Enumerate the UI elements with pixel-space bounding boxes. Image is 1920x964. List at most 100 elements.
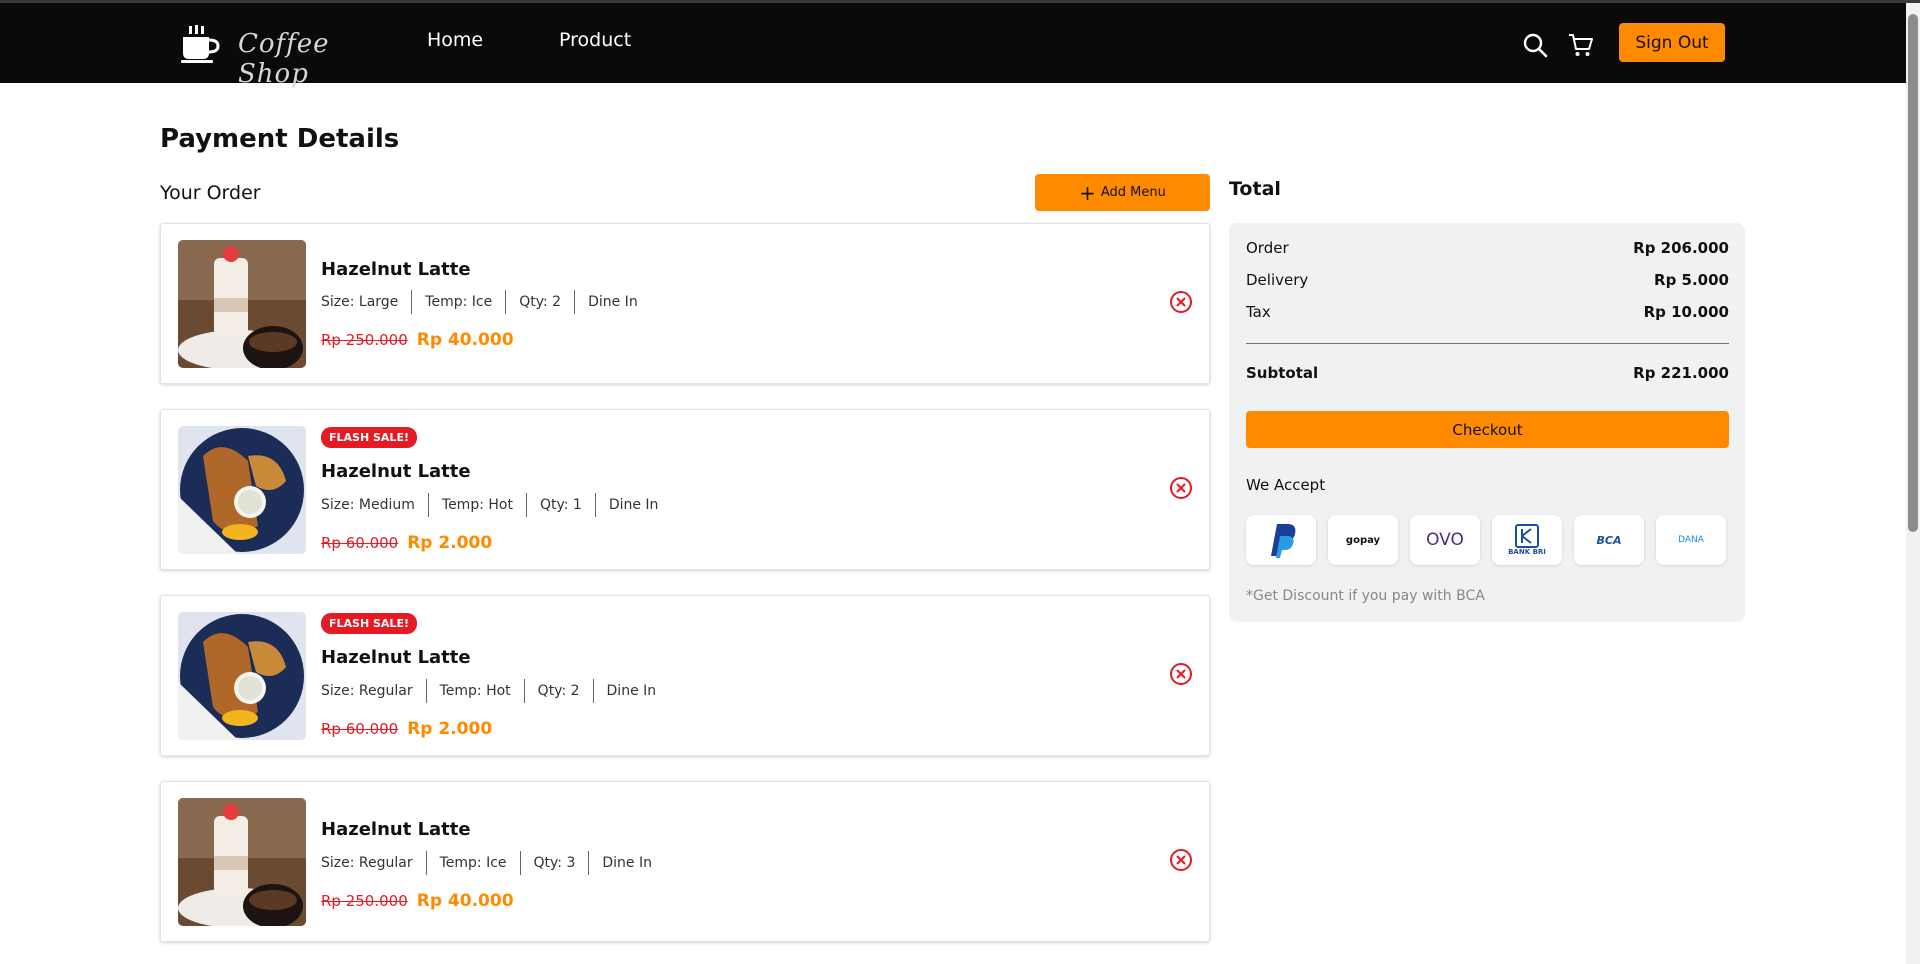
coffee-cup-icon	[181, 25, 220, 63]
sale-price: Rp 2.000	[407, 719, 493, 739]
gopay-option[interactable]: gopay	[1328, 515, 1398, 565]
order-label: Order	[1246, 239, 1289, 257]
item-dine: Dine In	[588, 294, 638, 310]
original-price: Rp 60.000	[321, 720, 399, 738]
order-card: Hazelnut Latte Size: Regular Temp: Ice Q…	[160, 781, 1210, 942]
remove-item-icon[interactable]	[1169, 476, 1193, 500]
item-qty: Qty: 1	[539, 497, 582, 513]
subtotal-value: Rp 221.000	[1633, 364, 1729, 382]
item-size: Size: Regular	[321, 683, 413, 699]
order-card: Hazelnut Latte Size: Large Temp: Ice Qty…	[160, 223, 1210, 384]
discount-note: *Get Discount if you pay with BCA	[1246, 588, 1485, 604]
tax-value: Rp 10.000	[1643, 303, 1729, 321]
nav-product-link[interactable]: Product	[559, 29, 631, 51]
spec-divider	[588, 851, 590, 875]
item-qty: Qty: 2	[519, 294, 562, 310]
sale-price: Rp 40.000	[416, 330, 514, 350]
ovo-label: OVO	[1426, 530, 1464, 550]
gopay-label: gopay	[1345, 534, 1381, 546]
item-prices: Rp 60.000 Rp 2.000	[321, 719, 492, 739]
divider	[1246, 343, 1729, 344]
order-info: FLASH SALE! Hazelnut Latte Size: Medium …	[321, 410, 1129, 569]
scrollbar-thumb[interactable]	[1908, 14, 1918, 532]
delivery-value: Rp 5.000	[1654, 271, 1729, 289]
navbar: Coffee Shop Home Product Sign Out	[0, 3, 1906, 89]
latte-image	[178, 798, 306, 926]
spec-divider	[574, 290, 576, 314]
latte-image	[178, 240, 306, 368]
page-title: Payment Details	[160, 124, 400, 154]
order-value: Rp 206.000	[1633, 239, 1729, 257]
original-price: Rp 60.000	[321, 534, 399, 552]
item-qty: Qty: 2	[537, 683, 580, 699]
spec-divider	[427, 493, 429, 517]
remove-item-icon[interactable]	[1169, 290, 1193, 314]
sign-out-button[interactable]: Sign Out	[1619, 23, 1725, 62]
checkout-button[interactable]: Checkout	[1246, 411, 1729, 448]
order-card: FLASH SALE! Hazelnut Latte Size: Medium …	[160, 409, 1210, 570]
remove-item-icon[interactable]	[1169, 662, 1193, 686]
item-size: Size: Regular	[321, 855, 413, 871]
total-panel: Order Rp 206.000 Delivery Rp 5.000 Tax R…	[1229, 223, 1745, 622]
item-temp: Temp: Hot	[439, 683, 511, 699]
flash-sale-badge: FLASH SALE!	[321, 427, 417, 448]
item-prices: Rp 250.000 Rp 40.000	[321, 330, 514, 350]
item-name: Hazelnut Latte	[321, 259, 471, 280]
order-info: FLASH SALE! Hazelnut Latte Size: Regular…	[321, 596, 1129, 755]
spec-divider	[523, 679, 525, 703]
we-accept-label: We Accept	[1246, 476, 1326, 494]
add-menu-button[interactable]: + Add Menu	[1035, 174, 1210, 211]
order-info: Hazelnut Latte Size: Regular Temp: Ice Q…	[321, 782, 1129, 941]
paypal-icon	[1271, 524, 1296, 558]
item-name: Hazelnut Latte	[321, 461, 471, 482]
total-heading: Total	[1229, 178, 1281, 200]
remove-item-icon[interactable]	[1169, 848, 1193, 872]
cart-icon[interactable]	[1567, 31, 1595, 59]
item-qty: Qty: 3	[533, 855, 576, 871]
flash-sale-badge: FLASH SALE!	[321, 613, 417, 634]
bri-label: BANK BRI	[1508, 548, 1546, 556]
spec-divider	[425, 679, 427, 703]
ovo-option[interactable]: OVO	[1410, 515, 1480, 565]
order-info: Hazelnut Latte Size: Large Temp: Ice Qty…	[321, 224, 1129, 383]
nav-home-link[interactable]: Home	[427, 29, 483, 51]
payment-methods: gopay OVO BANK BRI BCA DANA	[1246, 515, 1726, 565]
subtotal-label: Subtotal	[1246, 364, 1319, 382]
spec-divider	[519, 851, 521, 875]
item-temp: Temp: Ice	[425, 294, 493, 310]
item-dine: Dine In	[606, 683, 657, 699]
spec-divider	[592, 679, 594, 703]
item-temp: Temp: Ice	[439, 855, 507, 871]
delivery-label: Delivery	[1246, 271, 1309, 289]
item-name: Hazelnut Latte	[321, 647, 471, 668]
dana-option[interactable]: DANA	[1656, 515, 1726, 565]
item-dine: Dine In	[602, 855, 652, 871]
bca-label: BCA	[1596, 533, 1622, 547]
bri-option[interactable]: BANK BRI	[1492, 515, 1562, 565]
tax-label: Tax	[1246, 303, 1271, 321]
sale-price: Rp 2.000	[407, 533, 493, 553]
your-order-heading: Your Order	[160, 182, 261, 204]
spec-divider	[505, 290, 507, 314]
tax-row: Tax Rp 10.000	[1246, 303, 1729, 321]
item-specs: Size: Large Temp: Ice Qty: 2 Dine In	[321, 290, 638, 314]
item-size: Size: Medium	[321, 497, 415, 513]
spec-divider	[425, 851, 427, 875]
plus-icon: +	[1079, 180, 1096, 205]
paypal-option[interactable]	[1246, 515, 1316, 565]
dana-label: DANA	[1678, 535, 1704, 545]
bca-option[interactable]: BCA	[1574, 515, 1644, 565]
original-price: Rp 250.000	[321, 892, 408, 910]
order-row: Order Rp 206.000	[1246, 239, 1729, 257]
item-specs: Size: Regular Temp: Ice Qty: 3 Dine In	[321, 851, 652, 875]
sale-price: Rp 40.000	[416, 891, 514, 911]
item-temp: Temp: Hot	[441, 497, 513, 513]
item-size: Size: Large	[321, 294, 399, 310]
bri-icon	[1515, 524, 1539, 548]
search-icon[interactable]	[1521, 31, 1549, 59]
brand-name: Coffee Shop	[238, 29, 330, 89]
spec-divider	[594, 493, 596, 517]
subtotal-row: Subtotal Rp 221.000	[1246, 364, 1729, 382]
brand-logo[interactable]: Coffee Shop	[180, 23, 350, 89]
item-name: Hazelnut Latte	[321, 819, 471, 840]
